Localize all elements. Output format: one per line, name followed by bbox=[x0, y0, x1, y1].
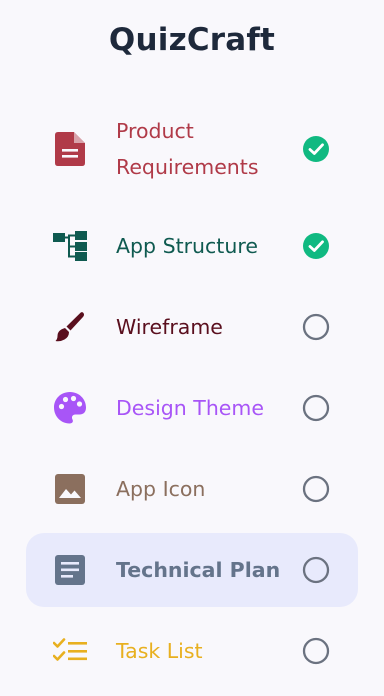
step-app-structure[interactable]: App Structure bbox=[26, 208, 358, 284]
empty-circle-icon[interactable] bbox=[302, 556, 330, 584]
article-icon bbox=[52, 552, 88, 588]
empty-circle-icon[interactable] bbox=[302, 394, 330, 422]
step-label: Design Theme bbox=[116, 396, 265, 420]
page-title: QuizCraft bbox=[108, 22, 276, 58]
step-label: Wireframe bbox=[116, 315, 223, 339]
step-label: Product Requirements bbox=[116, 113, 259, 185]
empty-circle-icon[interactable] bbox=[302, 637, 330, 665]
document-icon bbox=[52, 131, 88, 167]
step-product-requirements[interactable]: Product Requirements bbox=[26, 108, 358, 190]
step-wireframe[interactable]: Wireframe bbox=[26, 289, 358, 365]
step-label: Technical Plan bbox=[116, 558, 281, 582]
step-label-line-1: Product Requirements bbox=[116, 119, 259, 179]
step-task-list[interactable]: Task List bbox=[26, 613, 358, 689]
image-icon bbox=[52, 471, 88, 507]
paintbrush-icon bbox=[52, 309, 88, 345]
step-label: App Structure bbox=[116, 234, 258, 258]
empty-circle-icon[interactable] bbox=[302, 313, 330, 341]
step-label: App Icon bbox=[116, 477, 206, 501]
check-circle-icon bbox=[303, 233, 329, 259]
sitemap-icon bbox=[52, 228, 88, 264]
check-circle-icon bbox=[303, 136, 329, 162]
step-design-theme[interactable]: Design Theme bbox=[26, 370, 358, 446]
step-technical-plan[interactable]: Technical Plan bbox=[26, 533, 358, 607]
step-label: Task List bbox=[116, 639, 203, 663]
empty-circle-icon[interactable] bbox=[302, 475, 330, 503]
step-app-icon[interactable]: App Icon bbox=[26, 451, 358, 527]
palette-icon bbox=[52, 390, 88, 426]
checklist-icon bbox=[52, 633, 88, 669]
